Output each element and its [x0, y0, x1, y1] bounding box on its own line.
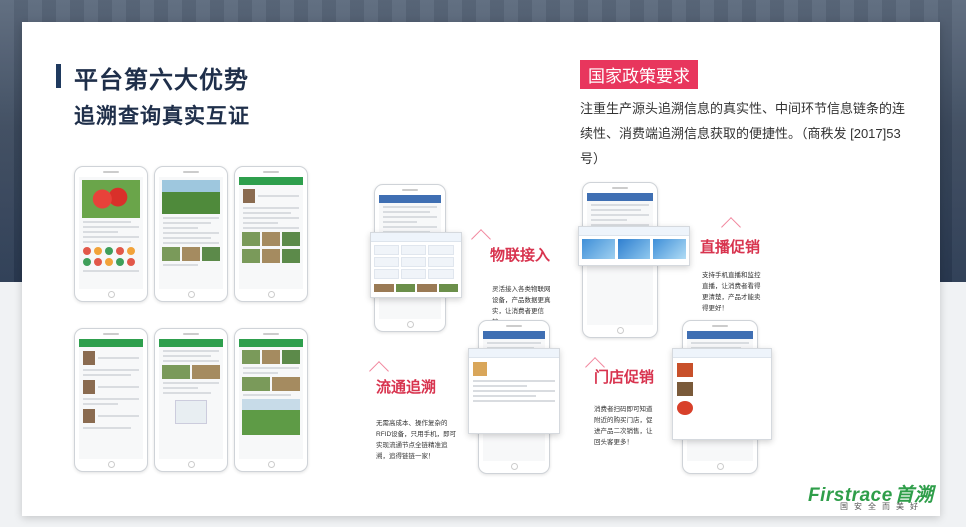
slide-title: 平台第六大优势	[74, 67, 249, 94]
live-stream-card	[578, 226, 690, 266]
policy-tag: 国家政策要求	[580, 60, 698, 89]
feature-store-title: 门店促销	[594, 369, 655, 386]
feature-live-desc: 支持手机直播和监控直播，让消费者看得更清楚，产品才能卖得更好！	[702, 272, 761, 312]
title-accent-bar	[56, 64, 61, 88]
phone-circulation-page-1	[74, 328, 148, 472]
phone-product-page	[74, 166, 148, 302]
phone-circulation-page-3	[234, 328, 308, 472]
policy-text: 注重生产源头追溯信息的真实性、中间环节信息链条的连续性、消费端追溯信息获取的便捷…	[580, 101, 906, 166]
phone-circulation-page-2	[154, 328, 228, 472]
feature-iot-title: 物联接入	[490, 247, 551, 264]
logo-slogan: 国安全而美好	[840, 502, 924, 511]
slide: 平台第六大优势 追溯查询真实互证 国家政策要求 注重生产源头追溯信息的真实性、中…	[22, 22, 940, 516]
greenhouse-image	[162, 180, 220, 214]
field-photo	[242, 399, 300, 435]
store-list-card	[672, 348, 772, 440]
feature-live-title: 直播促销	[700, 239, 761, 256]
slide-subtitle: 追溯查询真实互证	[74, 105, 250, 128]
tomato-image	[82, 180, 140, 218]
feature-circulation-title: 流通追溯	[376, 379, 437, 396]
circulation-detail-card	[468, 348, 560, 434]
iot-data-card	[370, 232, 462, 298]
feature-store-desc: 消费者扫码即可知道附近的购买门店，促进产品二次销售，让回头客更多！	[594, 406, 653, 446]
feature-circulation-desc: 无需高成本、操作复杂的RFID设备，只用手机，即可实现流通节点全链精准追溯，追得…	[376, 420, 457, 460]
phone-record-page	[234, 166, 308, 302]
phone-greenhouse-page	[154, 166, 228, 302]
